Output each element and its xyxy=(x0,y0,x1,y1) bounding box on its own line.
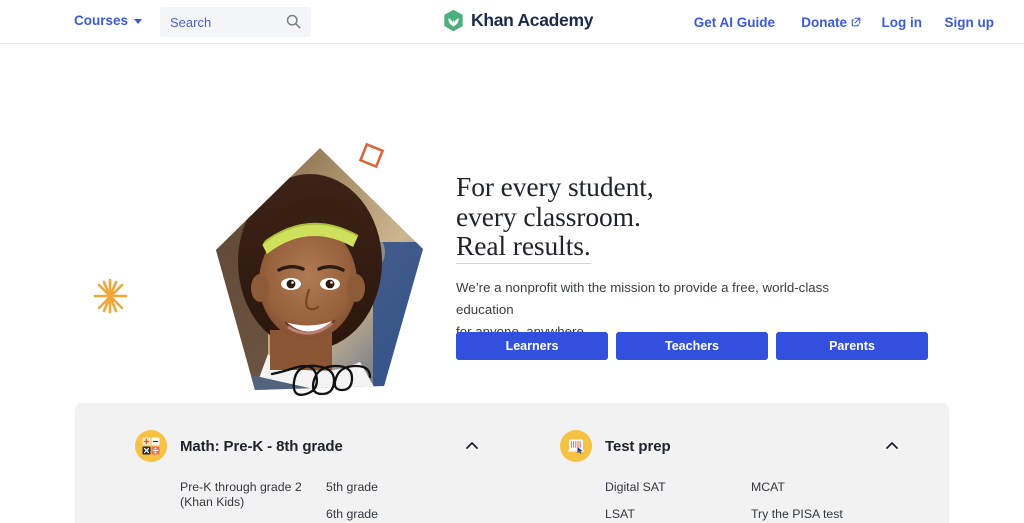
links-column-2: 5th grade 6th grade xyxy=(326,480,472,522)
course-link[interactable]: 6th grade xyxy=(326,507,472,522)
external-link-icon xyxy=(851,17,861,26)
nav-link-label: Log in xyxy=(881,15,923,30)
chevron-down-icon xyxy=(134,19,143,24)
nav-link-label: Get AI Guide xyxy=(693,15,775,30)
category-test-prep-title: Test prep xyxy=(605,437,671,455)
category-test-prep-header[interactable]: Test prep xyxy=(512,430,949,462)
category-test-prep: Test prep Digital SAT LSAT MCAT Try the … xyxy=(512,430,949,522)
parents-button[interactable]: Parents xyxy=(776,332,928,360)
hero-headline: For every student, every classroom. Real… xyxy=(456,172,654,264)
logo-text: Khan Academy xyxy=(471,10,594,30)
nav-link-get-ai-guide[interactable]: Get AI Guide xyxy=(694,15,775,30)
starburst-decoration xyxy=(93,278,128,314)
search-icon[interactable] xyxy=(286,14,301,29)
teachers-button[interactable]: Teachers xyxy=(616,332,768,360)
hero-cta-group: Learners Teachers Parents xyxy=(456,332,928,360)
square-outline-decoration xyxy=(358,142,385,169)
category-test-prep-links: Digital SAT LSAT MCAT Try the PISA test xyxy=(512,480,949,522)
search-input[interactable]: Search xyxy=(160,7,311,37)
top-navigation-bar: Courses Search Khan Academy Get AI Guide… xyxy=(0,0,1024,44)
course-categories-panel: Math: Pre-K - 8th grade Pre-K through gr… xyxy=(75,403,949,523)
course-link[interactable]: Try the PISA test xyxy=(751,507,897,522)
category-math: Math: Pre-K - 8th grade Pre-K through gr… xyxy=(75,430,512,522)
category-math-header[interactable]: Math: Pre-K - 8th grade xyxy=(75,430,512,462)
links-column-1: Pre-K through grade 2 (Khan Kids) xyxy=(180,480,326,522)
course-link[interactable]: 5th grade xyxy=(326,480,472,495)
nav-link-donate[interactable]: Donate xyxy=(801,15,861,30)
courses-menu-button[interactable]: Courses xyxy=(74,13,143,28)
math-operators-icon xyxy=(135,430,167,462)
chevron-up-icon[interactable] xyxy=(884,438,900,454)
course-link[interactable]: Digital SAT xyxy=(605,480,751,495)
headline-line-1: For every student, xyxy=(456,171,654,202)
nav-link-log-in[interactable]: Log in xyxy=(882,15,923,30)
category-math-title: Math: Pre-K - 8th grade xyxy=(180,437,343,455)
test-sheet-icon xyxy=(560,430,592,462)
headline-line-2: every classroom. xyxy=(456,200,641,232)
headline-line-3: Real results. xyxy=(456,231,591,264)
course-link[interactable]: Pre-K through grade 2 (Khan Kids) xyxy=(180,480,326,510)
course-link[interactable]: LSAT xyxy=(605,507,751,522)
links-column-1: Digital SAT LSAT xyxy=(605,480,751,522)
courses-label: Courses xyxy=(74,13,129,28)
subtext-line-1: We’re a nonprofit with the mission to pr… xyxy=(456,280,829,317)
khan-academy-logo[interactable]: Khan Academy xyxy=(443,9,593,32)
nav-link-sign-up[interactable]: Sign up xyxy=(945,15,995,30)
khan-academy-leaf-logo xyxy=(444,9,463,32)
hero-section: For every student, every classroom. Real… xyxy=(0,44,1024,399)
search-placeholder: Search xyxy=(170,14,212,30)
course-link[interactable]: MCAT xyxy=(751,480,897,495)
chevron-up-icon[interactable] xyxy=(464,438,480,454)
category-math-links: Pre-K through grade 2 (Khan Kids) 5th gr… xyxy=(75,480,512,522)
nav-link-label: Sign up xyxy=(944,15,995,30)
nav-link-label: Donate xyxy=(801,15,847,30)
hero-illustration xyxy=(93,142,423,396)
links-column-2: MCAT Try the PISA test xyxy=(751,480,897,522)
learners-button[interactable]: Learners xyxy=(456,332,608,360)
